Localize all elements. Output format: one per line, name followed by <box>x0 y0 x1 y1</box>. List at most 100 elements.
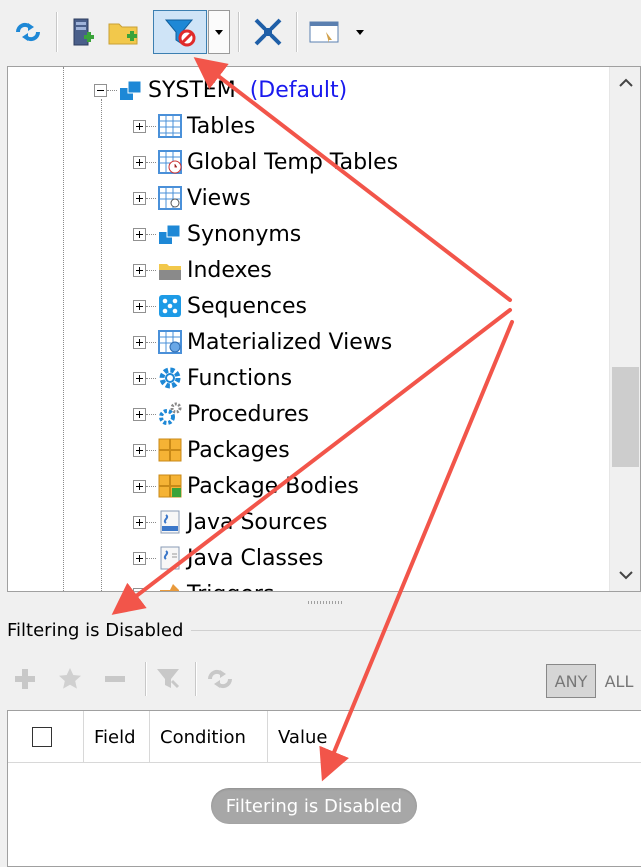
scroll-up-icon[interactable] <box>610 67 640 97</box>
filter-disabled-icon <box>164 19 196 47</box>
tree-item-label: Tables <box>187 113 256 139</box>
filter-toolbar: ANY ALL <box>0 656 641 700</box>
tree-guide-line <box>63 67 64 591</box>
tree-node-synonyms[interactable]: Synonyms <box>133 216 301 252</box>
views-icon <box>158 186 182 210</box>
triggers-icon <box>158 582 182 591</box>
new-database-icon[interactable] <box>66 10 100 54</box>
apply-filter-icon[interactable] <box>153 664 183 694</box>
view-options-dropdown[interactable] <box>350 10 370 54</box>
match-any-button[interactable]: ANY <box>546 664 596 698</box>
new-folder-icon[interactable] <box>104 10 144 54</box>
expand-icon[interactable] <box>133 155 146 169</box>
toolbar-separator <box>238 12 240 52</box>
refresh-filter-icon[interactable] <box>205 664 235 694</box>
tree-node-procedures[interactable]: Procedures <box>133 396 309 432</box>
schema-icon <box>119 78 143 102</box>
tree-node-sequences[interactable]: Sequences <box>133 288 307 324</box>
package-bodies-icon <box>158 474 182 498</box>
tree-item-label: Java Classes <box>187 545 324 571</box>
tree-item-label: Global Temp Tables <box>187 149 399 175</box>
expand-icon[interactable] <box>133 479 146 493</box>
select-all-cell <box>8 711 84 763</box>
tree-guide-line <box>101 99 102 591</box>
expand-icon[interactable] <box>133 191 146 205</box>
filtering-disabled-badge: Filtering is Disabled <box>211 788 417 824</box>
tree-item-label: Views <box>187 185 251 211</box>
schema-label: SYSTEM <box>148 77 236 103</box>
expand-icon[interactable] <box>133 515 146 529</box>
functions-icon <box>158 366 182 390</box>
tree-item-label: Package Bodies <box>187 473 359 499</box>
expand-icon[interactable] <box>133 263 146 277</box>
tree-node-system-schema[interactable]: SYSTEM (Default) <box>94 72 347 108</box>
tree-item-label: Sequences <box>187 293 307 319</box>
collapse-all-icon[interactable] <box>248 10 288 54</box>
tree-node-package-bodies[interactable]: Package Bodies <box>133 468 359 504</box>
tree-node-java-sources[interactable]: Java Sources <box>133 504 328 540</box>
tree-node-tables[interactable]: Tables <box>133 108 255 144</box>
scroll-thumb[interactable] <box>612 367 639 467</box>
filter-grid-header: Field Condition Value <box>8 711 641 763</box>
tree-node-indexes[interactable]: Indexes <box>133 252 272 288</box>
sequences-icon <box>158 294 182 318</box>
tree-item-label: Procedures <box>187 401 309 427</box>
expand-icon[interactable] <box>133 119 146 133</box>
collapse-icon[interactable] <box>94 83 107 97</box>
tree-item-label: Triggers <box>187 582 274 592</box>
expand-icon[interactable] <box>133 443 146 457</box>
column-header-field[interactable]: Field <box>84 711 150 763</box>
synonyms-icon <box>158 222 182 246</box>
filter-toggle-button[interactable] <box>153 10 207 54</box>
filter-status-title: Filtering is Disabled <box>7 620 184 641</box>
scroll-down-icon[interactable] <box>610 561 640 591</box>
toolbar-separator <box>296 12 298 52</box>
tree-item-label: Packages <box>187 437 290 463</box>
tree-node-functions[interactable]: Functions <box>133 360 292 396</box>
panel-splitter[interactable] <box>0 592 641 614</box>
tree-item-label: Indexes <box>187 257 272 283</box>
materialized-views-icon <box>158 330 182 354</box>
expand-icon[interactable] <box>133 299 146 313</box>
tree-node-triggers[interactable]: Triggers <box>133 576 274 592</box>
remove-filter-icon[interactable] <box>100 664 130 694</box>
view-options-icon[interactable] <box>304 10 344 54</box>
toolbar-separator <box>56 12 58 52</box>
expand-icon[interactable] <box>133 227 146 241</box>
tree-item-label: Synonyms <box>187 221 302 247</box>
packages-icon <box>158 438 182 462</box>
tree-item-label: Java Sources <box>187 509 328 535</box>
tree-item-label: Functions <box>187 365 293 391</box>
filter-grid[interactable]: Field Condition Value Filtering is Disab… <box>7 710 641 867</box>
add-filter-icon[interactable] <box>10 664 40 694</box>
refresh-icon[interactable] <box>8 10 48 54</box>
filter-group-header: Filtering is Disabled <box>7 620 641 641</box>
java-sources-icon <box>158 510 182 534</box>
tree-node-global-temp-tables[interactable]: Global Temp Tables <box>133 144 398 180</box>
chevron-down-icon <box>356 29 364 35</box>
expand-icon[interactable] <box>133 551 146 565</box>
global-temp-tables-icon <box>158 150 182 174</box>
column-header-condition[interactable]: Condition <box>150 711 268 763</box>
favorite-filter-icon[interactable] <box>55 664 85 694</box>
tree-node-java-classes[interactable]: Java Classes <box>133 540 323 576</box>
select-all-checkbox[interactable] <box>32 727 52 747</box>
expand-icon[interactable] <box>133 335 146 349</box>
column-header-value[interactable]: Value <box>268 711 638 763</box>
tree-item-label: Materialized Views <box>187 329 393 355</box>
tree-node-packages[interactable]: Packages <box>133 432 290 468</box>
java-classes-icon <box>158 546 182 570</box>
procedures-icon <box>158 402 182 426</box>
match-all-button[interactable]: ALL <box>600 664 638 698</box>
indexes-icon <box>158 258 182 282</box>
expand-icon[interactable] <box>133 371 146 385</box>
splitter-grip[interactable] <box>308 601 342 604</box>
filter-dropdown-button[interactable] <box>208 10 230 54</box>
tree-scrollbar[interactable] <box>609 67 640 591</box>
tree-node-materialized-views[interactable]: Materialized Views <box>133 324 392 360</box>
default-schema-label: (Default) <box>249 77 348 103</box>
main-toolbar <box>0 0 641 66</box>
tree-node-views[interactable]: Views <box>133 180 251 216</box>
expand-icon[interactable] <box>133 407 146 421</box>
object-tree[interactable]: SYSTEM (Default) Tables Global Temp Tabl… <box>7 66 641 592</box>
